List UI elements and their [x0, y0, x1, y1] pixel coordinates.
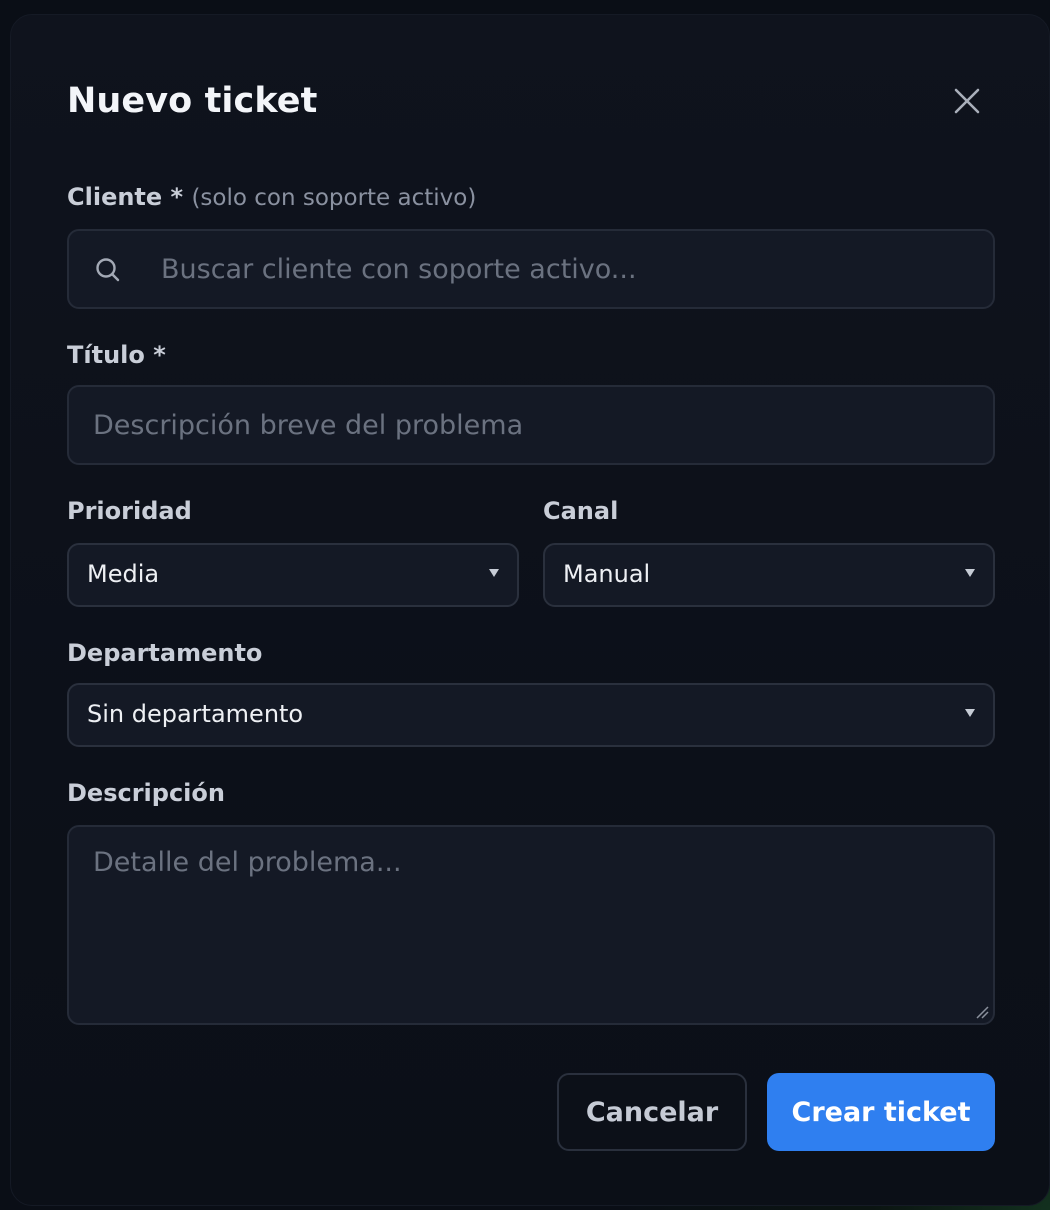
canal-selected-value: Manual — [563, 560, 651, 588]
prioridad-selected-value: Media — [87, 560, 160, 588]
search-icon — [96, 258, 120, 282]
chevron-down-icon — [489, 569, 499, 577]
titulo-input[interactable] — [69, 387, 993, 463]
chevron-down-icon — [965, 709, 975, 717]
cliente-label: Cliente * (solo con soporte activo) — [67, 183, 476, 211]
close-icon — [954, 88, 980, 114]
titulo-field — [67, 385, 995, 465]
new-ticket-dialog: Nuevo ticket Cliente * (solo con soporte… — [10, 14, 1050, 1206]
cancel-button[interactable]: Cancelar — [557, 1073, 747, 1151]
create-ticket-button[interactable]: Crear ticket — [767, 1073, 995, 1151]
canal-select[interactable]: Manual — [543, 543, 995, 607]
close-button[interactable] — [947, 81, 987, 121]
resize-handle-icon[interactable] — [975, 1005, 989, 1019]
prioridad-label: Prioridad — [67, 497, 192, 525]
descripcion-label: Descripción — [67, 779, 225, 807]
descripcion-field — [67, 825, 995, 1025]
departamento-select[interactable]: Sin departamento — [67, 683, 995, 747]
cliente-search-field — [67, 229, 995, 309]
canal-label: Canal — [543, 497, 619, 525]
cliente-label-text: Cliente * — [67, 183, 184, 211]
dialog-title: Nuevo ticket — [67, 81, 318, 121]
cliente-search-input[interactable] — [69, 231, 993, 307]
departamento-label: Departamento — [67, 639, 263, 667]
descripcion-textarea[interactable] — [69, 827, 993, 1023]
prioridad-select[interactable]: Media — [67, 543, 519, 607]
titulo-label: Título * — [67, 341, 166, 369]
chevron-down-icon — [965, 569, 975, 577]
cliente-label-hint: (solo con soporte activo) — [191, 185, 477, 211]
departamento-selected-value: Sin departamento — [87, 700, 304, 728]
